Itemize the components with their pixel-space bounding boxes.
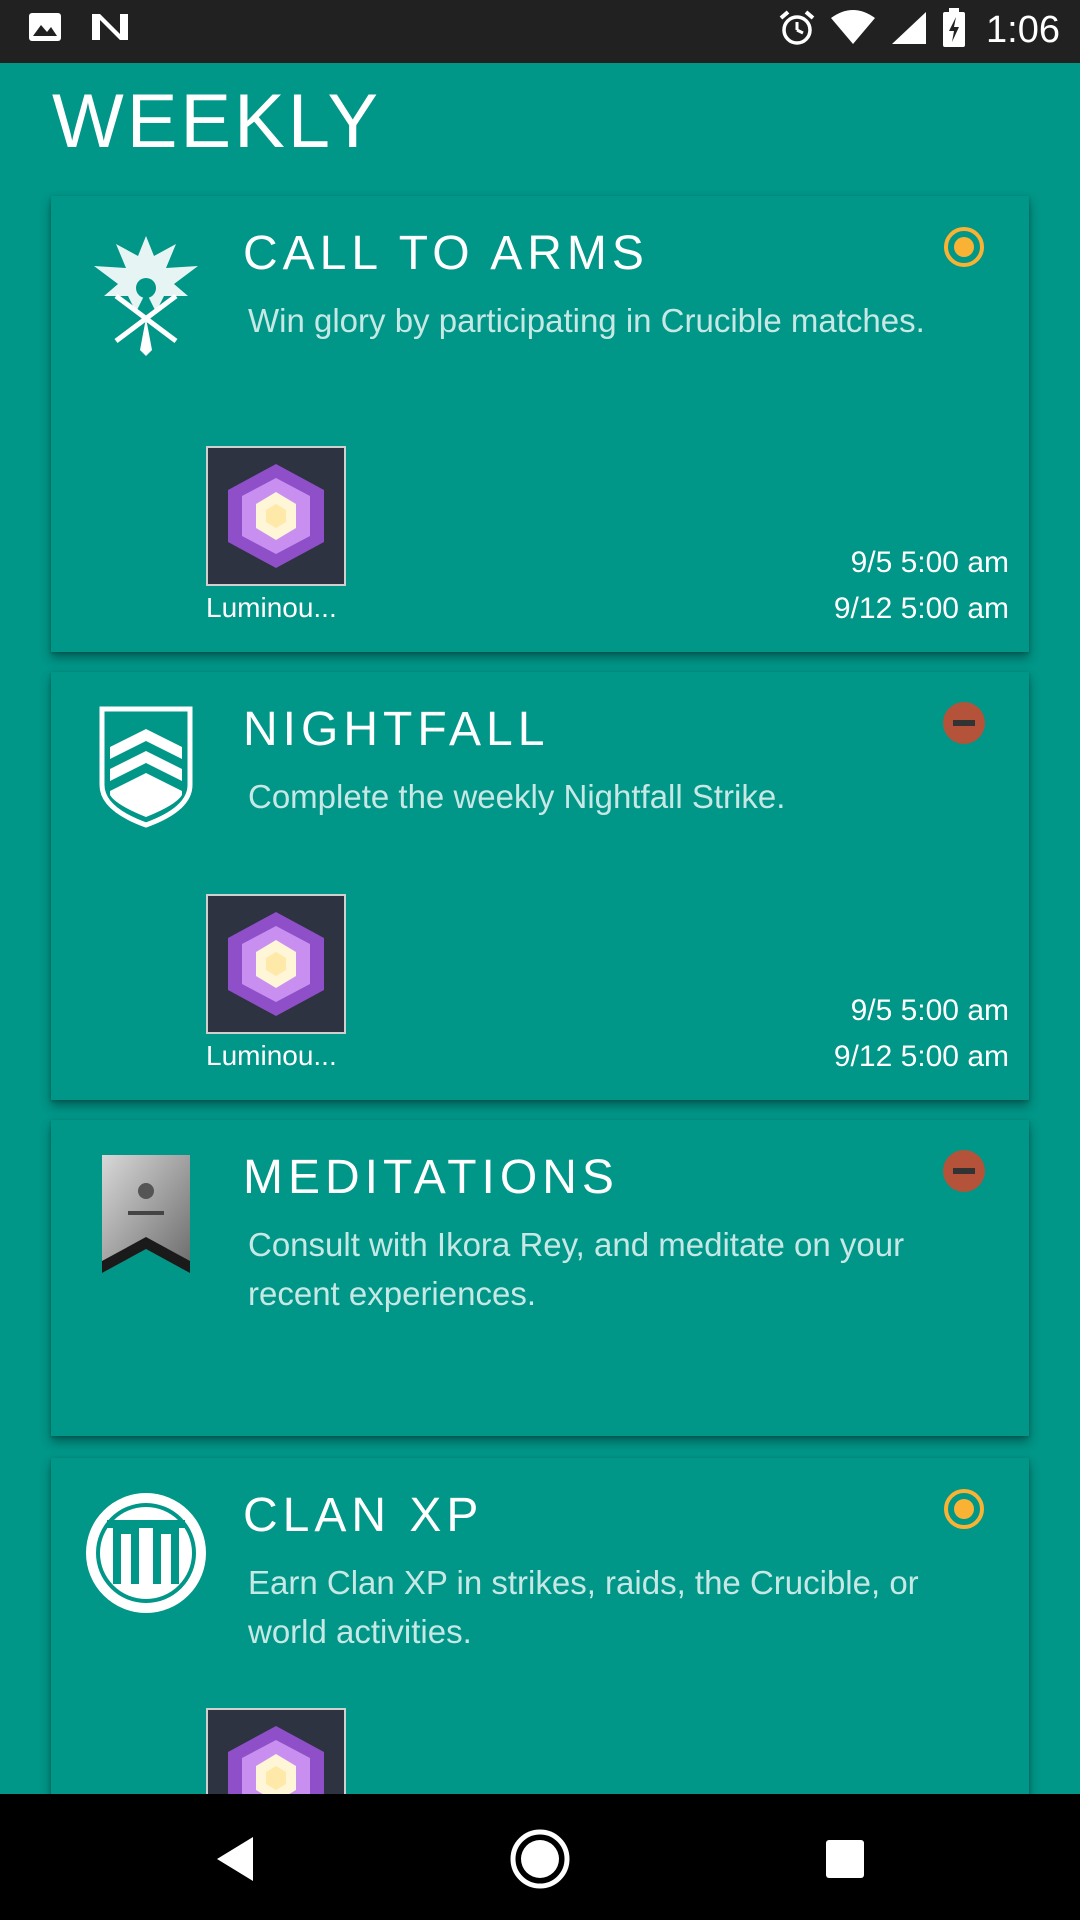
image-notification-icon bbox=[28, 12, 62, 47]
reward-label: Luminou... bbox=[206, 1040, 337, 1071]
banner-icon bbox=[81, 1150, 211, 1280]
vanguard-shield-icon bbox=[81, 702, 211, 832]
reward-item[interactable] bbox=[206, 1708, 348, 1798]
card-nightfall[interactable]: NIGHTFALL Complete the weekly Nightfall … bbox=[51, 672, 1029, 1100]
reward-item[interactable]: Luminou... bbox=[206, 446, 348, 624]
date-range: 9/5 5:00 am 9/12 5:00 am bbox=[834, 988, 1009, 1080]
battery-icon bbox=[942, 8, 966, 53]
card-meditations[interactable]: MEDITATIONS Consult with Ikora Rey, and … bbox=[51, 1120, 1029, 1436]
card-title: CALL TO ARMS bbox=[243, 227, 649, 280]
engram-icon bbox=[206, 1708, 346, 1798]
inactive-status-icon bbox=[943, 702, 985, 744]
clan-emblem-icon bbox=[81, 1488, 211, 1618]
card-title: MEDITATIONS bbox=[243, 1151, 619, 1204]
date-range: 9/5 5:00 am 9/12 5:00 am bbox=[834, 540, 1009, 632]
engram-icon bbox=[206, 894, 346, 1034]
card-clan-xp[interactable]: CLAN XP Earn Clan XP in strikes, raids, … bbox=[51, 1458, 1029, 1798]
card-description: Complete the weekly Nightfall Strike. bbox=[248, 778, 786, 815]
navigation-bar bbox=[0, 1794, 1080, 1920]
active-status-icon bbox=[943, 1488, 985, 1530]
crucible-emblem-icon bbox=[81, 226, 211, 356]
back-icon[interactable] bbox=[200, 1824, 270, 1894]
card-description: Consult with Ikora Rey, and meditate on … bbox=[248, 1226, 905, 1312]
reward-label: Luminou... bbox=[206, 592, 337, 623]
status-time: 1:06 bbox=[986, 9, 1060, 51]
start-date: 9/5 5:00 am bbox=[850, 546, 1009, 579]
card-description: Win glory by participating in Crucible m… bbox=[248, 302, 925, 339]
end-date: 9/12 5:00 am bbox=[833, 1040, 1009, 1073]
inactive-status-icon bbox=[943, 1150, 985, 1192]
end-date: 9/12 5:00 am bbox=[833, 592, 1009, 625]
wifi-icon bbox=[830, 10, 876, 51]
card-title: NIGHTFALL bbox=[243, 703, 550, 756]
start-date: 9/5 5:00 am bbox=[850, 994, 1009, 1027]
card-description: Earn Clan XP in strikes, raids, the Cruc… bbox=[248, 1564, 919, 1650]
recents-icon[interactable] bbox=[810, 1824, 880, 1894]
card-title: CLAN XP bbox=[243, 1489, 484, 1542]
n-notification-icon bbox=[90, 12, 130, 47]
active-status-icon bbox=[943, 226, 985, 268]
card-call-to-arms[interactable]: CALL TO ARMS Win glory by participating … bbox=[51, 196, 1029, 652]
engram-icon bbox=[206, 446, 346, 586]
alarm-icon bbox=[778, 9, 816, 52]
reward-item[interactable]: Luminou... bbox=[206, 894, 348, 1072]
home-icon[interactable] bbox=[505, 1824, 575, 1894]
cell-signal-icon bbox=[890, 10, 928, 51]
page-title: WEEKLY bbox=[52, 79, 382, 164]
status-bar: 1:06 bbox=[0, 0, 1080, 63]
